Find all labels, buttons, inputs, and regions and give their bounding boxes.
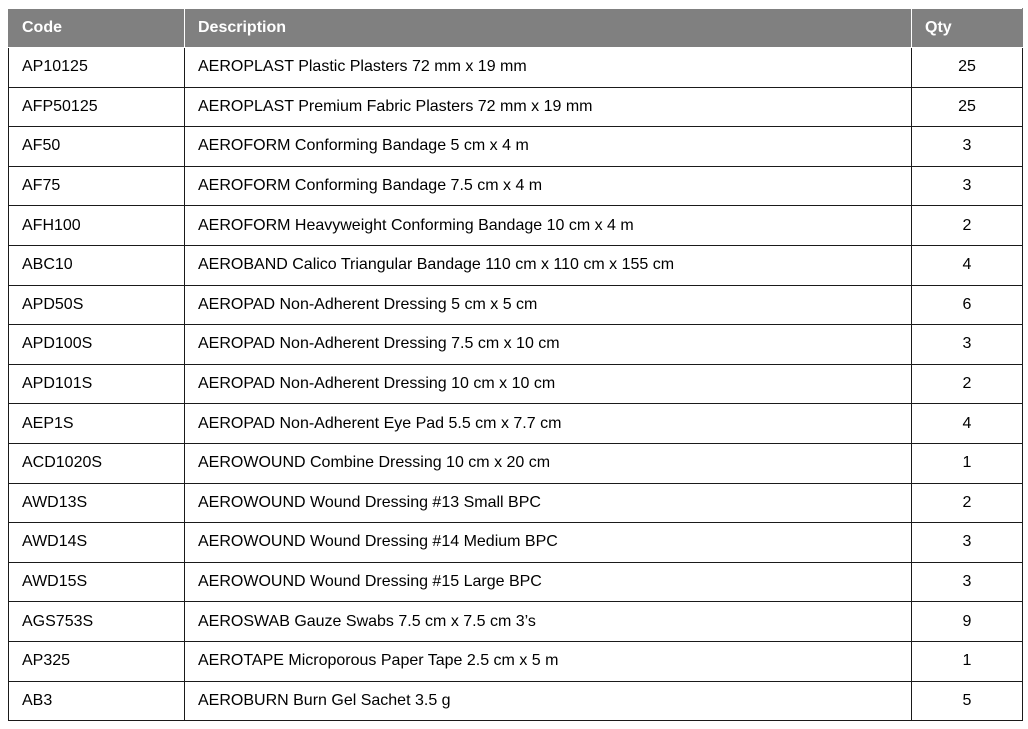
column-header-code: Code: [8, 8, 185, 48]
table-row: AF75 AEROFORM Conforming Bandage 7.5 cm x…: [8, 165, 1023, 207]
cell-description: AEROFORM Heavyweight Conforming Bandage …: [184, 205, 912, 246]
table-row: AP10125 AEROPLAST Plastic Plasters 72 mm …: [8, 47, 1023, 88]
cell-code: AGS753S: [8, 601, 185, 642]
cell-description: AEROPAD Non-Adherent Dressing 5 cm x 5 c…: [184, 284, 912, 326]
cell-qty: 2: [911, 482, 1023, 524]
cell-description: AEROPAD Non-Adherent Eye Pad 5.5 cm x 7.…: [184, 403, 912, 444]
cell-qty: 1: [911, 640, 1023, 682]
cell-code: AWD14S: [8, 522, 185, 563]
cell-code: AWD13S: [8, 482, 185, 524]
cell-qty: 9: [911, 601, 1023, 642]
cell-code: AF50: [8, 126, 185, 167]
cell-qty: 25: [911, 86, 1023, 128]
table-row: APD50S AEROPAD Non-Adherent Dressing 5 cm…: [8, 284, 1023, 326]
table-row: APD101S AEROPAD Non-Adherent Dressing 10 …: [8, 363, 1023, 405]
cell-code: APD50S: [8, 284, 185, 326]
cell-qty: 2: [911, 363, 1023, 405]
cell-qty: 5: [911, 680, 1023, 722]
cell-code: AFP50125: [8, 86, 185, 128]
cell-qty: 25: [911, 47, 1023, 88]
cell-description: AEROPAD Non-Adherent Dressing 10 cm x 10…: [184, 363, 912, 405]
cell-qty: 4: [911, 403, 1023, 444]
cell-description: AEROWOUND Wound Dressing #13 Small BPC: [184, 482, 912, 524]
table-header: Code Description Qty: [8, 8, 1023, 48]
cell-description: AEROFORM Conforming Bandage 5 cm x 4 m: [184, 126, 912, 167]
product-table-container: Code Description Qty AP10125 AEROPLAST Pl…: [8, 8, 1023, 722]
cell-description: AEROPLAST Premium Fabric Plasters 72 mm …: [184, 86, 912, 128]
table-row: ACD1020S AEROWOUND Combine Dressing 10 cm…: [8, 442, 1023, 484]
table-row: AP325 AEROTAPE Microporous Paper Tape 2.5…: [8, 640, 1023, 682]
cell-code: AWD15S: [8, 561, 185, 603]
table-row: APD100S AEROPAD Non-Adherent Dressing 7.5…: [8, 324, 1023, 365]
table-row: AFP50125 AEROPLAST Premium Fabric Plaster…: [8, 86, 1023, 128]
cell-code: AF75: [8, 165, 185, 207]
column-header-description: Description: [184, 8, 912, 48]
cell-description: AEROWOUND Wound Dressing #14 Medium BPC: [184, 522, 912, 563]
table-row: ABC10 AEROBAND Calico Triangular Bandage …: [8, 244, 1023, 286]
cell-code: AP10125: [8, 47, 185, 88]
table-row: AF50 AEROFORM Conforming Bandage 5 cm x 4…: [8, 126, 1023, 167]
cell-code: APD100S: [8, 324, 185, 365]
cell-qty: 3: [911, 165, 1023, 207]
cell-qty: 3: [911, 324, 1023, 365]
cell-description: AEROWOUND Combine Dressing 10 cm x 20 cm: [184, 442, 912, 484]
cell-code: AEP1S: [8, 403, 185, 444]
cell-description: AEROPAD Non-Adherent Dressing 7.5 cm x 1…: [184, 324, 912, 365]
table-row: AEP1S AEROPAD Non-Adherent Eye Pad 5.5 cm…: [8, 403, 1023, 444]
cell-description: AEROWOUND Wound Dressing #15 Large BPC: [184, 561, 912, 603]
cell-qty: 2: [911, 205, 1023, 246]
table-row: AB3 AEROBURN Burn Gel Sachet 3.5 g5: [8, 680, 1023, 722]
cell-code: AFH100: [8, 205, 185, 246]
cell-description: AEROBAND Calico Triangular Bandage 110 c…: [184, 244, 912, 286]
cell-code: AP325: [8, 640, 185, 682]
product-table: Code Description Qty AP10125 AEROPLAST Pl…: [8, 8, 1023, 722]
cell-code: AB3: [8, 680, 185, 722]
cell-description: AEROFORM Conforming Bandage 7.5 cm x 4 m: [184, 165, 912, 207]
header-row: Code Description Qty: [8, 8, 1023, 48]
table-row: AWD14S AEROWOUND Wound Dressing #14 Mediu…: [8, 522, 1023, 563]
table-row: AWD13S AEROWOUND Wound Dressing #13 Small…: [8, 482, 1023, 524]
cell-qty: 6: [911, 284, 1023, 326]
cell-qty: 3: [911, 561, 1023, 603]
cell-description: AEROTAPE Microporous Paper Tape 2.5 cm x…: [184, 640, 912, 682]
cell-qty: 1: [911, 442, 1023, 484]
cell-description: AEROPLAST Plastic Plasters 72 mm x 19 mm: [184, 47, 912, 88]
cell-description: AEROSWAB Gauze Swabs 7.5 cm x 7.5 cm 3’s: [184, 601, 912, 642]
cell-description: AEROBURN Burn Gel Sachet 3.5 g: [184, 680, 912, 722]
cell-qty: 3: [911, 522, 1023, 563]
table-body: AP10125 AEROPLAST Plastic Plasters 72 mm …: [8, 47, 1023, 722]
table-row: AWD15S AEROWOUND Wound Dressing #15 Large…: [8, 561, 1023, 603]
cell-code: APD101S: [8, 363, 185, 405]
cell-code: ACD1020S: [8, 442, 185, 484]
cell-code: ABC10: [8, 244, 185, 286]
table-row: AFH100 AEROFORM Heavyweight Conforming Ba…: [8, 205, 1023, 246]
cell-qty: 3: [911, 126, 1023, 167]
column-header-qty: Qty: [911, 8, 1023, 48]
cell-qty: 4: [911, 244, 1023, 286]
table-row: AGS753S AEROSWAB Gauze Swabs 7.5 cm x 7.5…: [8, 601, 1023, 642]
